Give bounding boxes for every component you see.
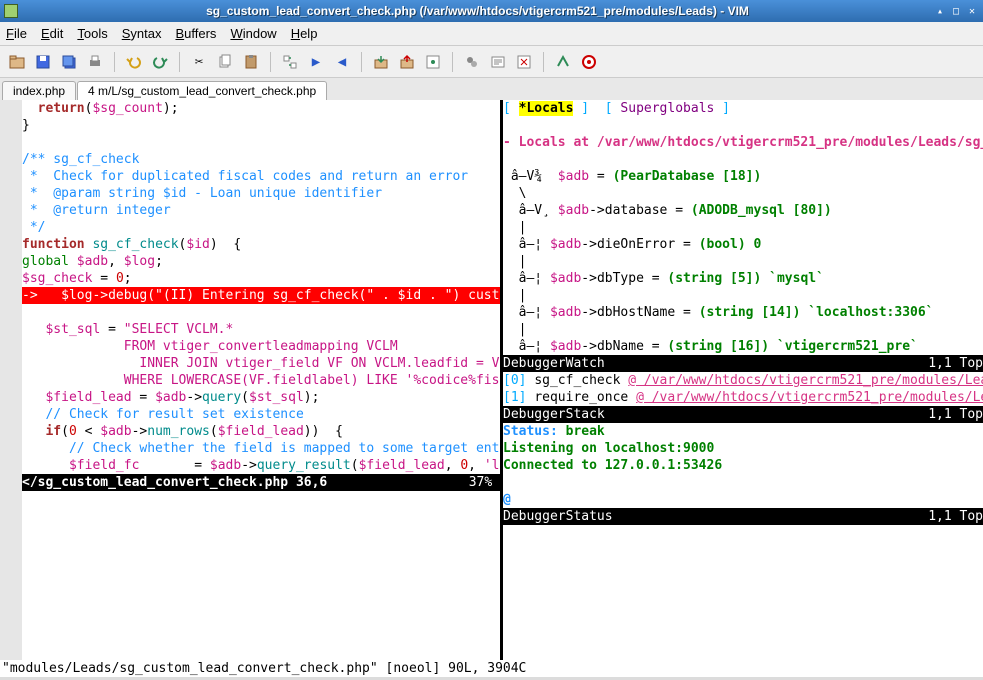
menu-edit[interactable]: Edit xyxy=(41,26,63,41)
cut-icon[interactable]: ✂ xyxy=(188,51,210,73)
stack-fn-1[interactable]: require_once xyxy=(534,390,628,405)
stack-path-0[interactable]: @ /var/www/htdocs/vtigercrm521_pre/modul… xyxy=(628,373,983,388)
stack-idx-0: [0] xyxy=(503,373,526,388)
var-sgcheck: $sg_check xyxy=(22,271,92,286)
param-id: $id xyxy=(186,237,209,252)
str-leadfid: 'leadfid' xyxy=(484,458,500,473)
close-icon[interactable]: ✕ xyxy=(965,4,979,18)
tab-current-file[interactable]: 4 m/L/sg_custom_lead_convert_check.php xyxy=(77,81,327,100)
command-line[interactable]: "modules/Leads/sg_custom_lead_convert_ch… xyxy=(0,660,983,677)
method-numrows: num_rows xyxy=(147,424,210,439)
menu-tools[interactable]: Tools xyxy=(77,26,107,41)
dbg-prop-dbtype: dbType xyxy=(597,271,644,286)
stack-idx-1: [1] xyxy=(503,390,526,405)
var-stsql: $st_sql xyxy=(45,322,100,337)
undo-icon[interactable] xyxy=(123,51,145,73)
kw-return: return xyxy=(38,101,85,116)
var-log: $log xyxy=(124,254,155,269)
comment-map: // Check whether the field is mapped to … xyxy=(69,441,500,456)
brace: } xyxy=(22,118,30,133)
statusline-left: </sg_custom_lead_convert_check.php 36,63… xyxy=(22,474,500,491)
current-line: -> $log->debug("(II) Entering sg_cf_chec… xyxy=(22,287,500,304)
copy-icon[interactable] xyxy=(214,51,236,73)
comment-result: // Check for result set existence xyxy=(45,407,303,422)
save-all-icon[interactable] xyxy=(58,51,80,73)
ctags-icon[interactable] xyxy=(513,51,535,73)
menu-help[interactable]: Help xyxy=(291,26,318,41)
find-next-icon[interactable]: ▶ xyxy=(305,51,327,73)
save-icon[interactable] xyxy=(32,51,54,73)
tabbar: index.php 4 m/L/sg_custom_lead_convert_c… xyxy=(0,78,983,100)
tab-index[interactable]: index.php xyxy=(2,81,76,100)
dbg-type-peardb: (PearDatabase [18]) xyxy=(613,169,762,184)
statusline-watch: DebuggerWatch1,1 Top xyxy=(503,355,983,372)
var-fieldlead: $field_lead xyxy=(45,390,131,405)
paste-icon[interactable] xyxy=(240,51,262,73)
source-pane[interactable]: return($sg_count); } /** sg_cf_check * C… xyxy=(22,100,500,660)
shell-icon[interactable] xyxy=(487,51,509,73)
load-session-icon[interactable] xyxy=(370,51,392,73)
find-prev-icon[interactable]: ◀ xyxy=(331,51,353,73)
statusline-stack: DebuggerStack1,1 Top xyxy=(503,406,983,423)
dbg-var-adb: $adb xyxy=(558,169,589,184)
dbg-status-value: break xyxy=(566,424,605,439)
fn-name: sg_cf_check xyxy=(92,237,178,252)
kw-if: if xyxy=(45,424,61,439)
num-zero: 0 xyxy=(116,271,124,286)
print-icon[interactable] xyxy=(84,51,106,73)
window-title: sg_custom_lead_convert_check.php (/var/w… xyxy=(24,4,931,18)
dbg-prop-dbhost: dbHostName xyxy=(597,305,675,320)
tag-jump-icon[interactable] xyxy=(552,51,574,73)
save-session-icon[interactable] xyxy=(396,51,418,73)
make-icon[interactable] xyxy=(461,51,483,73)
vim-icon xyxy=(4,4,18,18)
method-queryresult: query_result xyxy=(257,458,351,473)
var-adb: $adb xyxy=(77,254,108,269)
dbg-prop-dieonerror: dieOnError xyxy=(597,237,675,252)
var-fieldfc: $field_fc xyxy=(69,458,139,473)
maximize-icon[interactable]: □ xyxy=(949,4,963,18)
toolbar: ✂ ▶ ◀ xyxy=(0,46,983,78)
dbg-tab-superglobals[interactable]: Superglobals xyxy=(620,101,714,116)
menubar: File Edit Tools Syntax Buffers Window He… xyxy=(0,22,983,46)
menu-syntax[interactable]: Syntax xyxy=(122,26,162,41)
dbg-tab-locals[interactable]: *Locals xyxy=(519,101,574,116)
dbg-prop-database: database xyxy=(605,203,668,218)
dbg-prop-dbname: dbName xyxy=(597,339,644,354)
statusline-debugger: DebuggerStatus1,1 Top xyxy=(503,508,983,525)
find-replace-icon[interactable] xyxy=(279,51,301,73)
stack-path-1[interactable]: @ /var/www/htdocs/vtigercrm521_pre/modul… xyxy=(636,390,983,405)
dbg-locals-header: - Locals at /var/www/htdocs/vtigercrm521… xyxy=(503,135,983,150)
dbg-listen: Listening on localhost:9000 xyxy=(503,441,714,456)
gutter xyxy=(0,100,22,660)
method-query: query xyxy=(202,390,241,405)
redo-icon[interactable] xyxy=(149,51,171,73)
editor: return($sg_count); } /** sg_cf_check * C… xyxy=(0,100,983,660)
dbg-connected: Connected to 127.0.0.1:53426 xyxy=(503,458,722,473)
open-icon[interactable] xyxy=(6,51,28,73)
stack-fn-0[interactable]: sg_cf_check xyxy=(534,373,620,388)
menu-file[interactable]: File xyxy=(6,26,27,41)
comment-block: /** sg_cf_check * Check for duplicated f… xyxy=(22,152,468,235)
run-script-icon[interactable] xyxy=(422,51,444,73)
titlebar: sg_custom_lead_convert_check.php (/var/w… xyxy=(0,0,983,22)
kw-function: function xyxy=(22,237,85,252)
minimize-icon[interactable]: ▴ xyxy=(933,4,947,18)
help-icon[interactable] xyxy=(578,51,600,73)
var-sgcount: $sg_count xyxy=(92,101,162,116)
menu-window[interactable]: Window xyxy=(230,26,276,41)
debugger-pane[interactable]: [ *Locals ] [ Superglobals ] - Locals at… xyxy=(503,100,983,660)
menu-buffers[interactable]: Buffers xyxy=(175,26,216,41)
dbg-status-label: Status: xyxy=(503,424,558,439)
kw-global: global xyxy=(22,254,69,269)
